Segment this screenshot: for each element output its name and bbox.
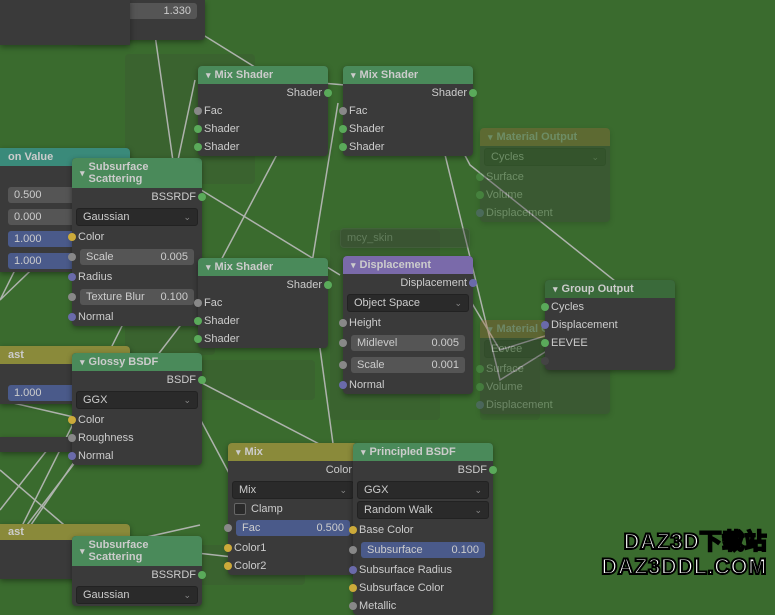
node-glossy[interactable]: ▾Glossy BSDF BSDF GGX⌄ Color Roughness N… (72, 353, 202, 465)
distribution-dropdown[interactable]: GGX⌄ (357, 481, 489, 499)
clamp-checkbox[interactable]: Clamp (228, 501, 358, 517)
node-sss-2[interactable]: ▾Subsurface Scattering BSSRDF Gaussian⌄ (72, 536, 202, 606)
node-mix-shader-1[interactable]: ▾Mix Shader Shader Fac Shader Shader (198, 66, 328, 156)
node-edge-1 (0, 0, 130, 45)
distribution-dropdown[interactable]: Gaussian⌄ (76, 586, 198, 604)
node-sss-1[interactable]: ▾Subsurface Scattering BSSRDF Gaussian⌄ … (72, 158, 202, 326)
node-mix-shader-3[interactable]: ▾Mix Shader Shader Fac Shader Shader (198, 258, 328, 348)
bg-frame: mcy_skin (340, 228, 470, 248)
scale-field[interactable]: Scale0.005 (80, 249, 194, 265)
blend-dropdown[interactable]: Mix⌄ (232, 481, 354, 499)
node-group-output[interactable]: ▾Group Output Cycles Displacement EEVEE (545, 280, 675, 370)
fac-field[interactable]: Fac0.500 (236, 520, 350, 536)
distribution-dropdown[interactable]: Gaussian⌄ (76, 208, 198, 226)
sss-method-dropdown[interactable]: Random Walk⌄ (357, 501, 489, 519)
target-dropdown[interactable]: Cycles⌄ (484, 148, 606, 166)
midlevel-field[interactable]: Midlevel0.005 (351, 335, 465, 351)
node-material-output-1[interactable]: ▾Material Output Cycles⌄ Surface Volume … (480, 128, 610, 222)
subsurface-field[interactable]: Subsurface0.100 (361, 542, 485, 558)
node-mix-rgb[interactable]: ▾Mix Color Mix⌄ Clamp Fac0.500 Color1 Co… (228, 443, 358, 575)
scale-field[interactable]: Scale0.001 (351, 357, 465, 373)
watermark-cn: DAZ3D下载站 (624, 524, 767, 556)
node-principled[interactable]: ▾Principled BSDF BSDF GGX⌄ Random Walk⌄ … (353, 443, 493, 615)
space-dropdown[interactable]: Object Space⌄ (347, 294, 469, 312)
node-mix-shader-2[interactable]: ▾Mix Shader Shader Fac Shader Shader (343, 66, 473, 156)
distribution-dropdown[interactable]: GGX⌄ (76, 391, 198, 409)
blur-field[interactable]: Texture Blur0.100 (80, 289, 194, 305)
node-displacement[interactable]: ▾Displacement Displacement Object Space⌄… (343, 256, 473, 394)
watermark-com: DAZ3DDL.COM (601, 554, 767, 580)
